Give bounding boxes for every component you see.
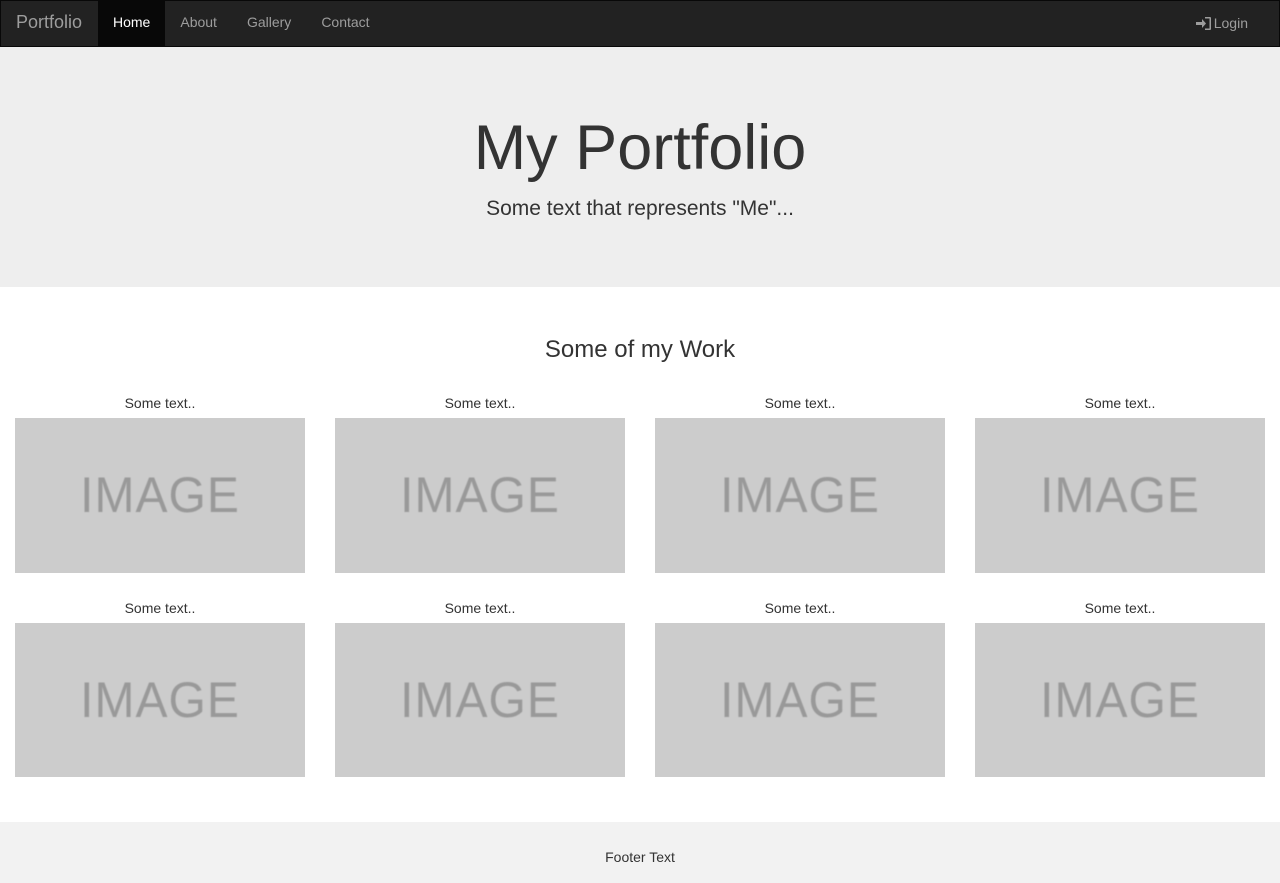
nav-item-home[interactable]: Home xyxy=(98,1,166,46)
image-placeholder-text: IMAGE xyxy=(80,672,240,728)
card-caption: Some text.. xyxy=(444,395,516,411)
nav-item-contact[interactable]: Contact xyxy=(306,1,384,46)
page-subtitle: Some text that represents "Me"... xyxy=(486,197,794,220)
card-image[interactable]: IMAGE xyxy=(15,623,305,777)
card-image[interactable]: IMAGE xyxy=(335,418,625,573)
card-image[interactable]: IMAGE xyxy=(975,418,1265,573)
footer-text: Footer Text xyxy=(605,849,675,865)
card-caption: Some text.. xyxy=(1084,600,1156,616)
work-card: Some text.. IMAGE xyxy=(15,598,305,777)
card-caption: Some text.. xyxy=(124,600,196,616)
card-caption: Some text.. xyxy=(444,600,516,616)
work-card: Some text.. IMAGE xyxy=(975,598,1265,777)
footer: Footer Text xyxy=(0,822,1280,883)
image-placeholder-text: IMAGE xyxy=(720,672,880,728)
card-caption: Some text.. xyxy=(764,395,836,411)
nav-item-gallery[interactable]: Gallery xyxy=(232,1,306,46)
image-placeholder-text: IMAGE xyxy=(720,467,880,524)
work-card: Some text.. IMAGE xyxy=(335,393,625,573)
brand-link[interactable]: Portfolio xyxy=(1,1,97,46)
work-card: Some text.. IMAGE xyxy=(335,598,625,777)
image-placeholder-text: IMAGE xyxy=(80,467,240,524)
work-card: Some text.. IMAGE xyxy=(975,393,1265,573)
jumbotron: My Portfolio Some text that represents "… xyxy=(0,47,1280,287)
work-card: Some text.. IMAGE xyxy=(655,393,945,573)
image-placeholder-text: IMAGE xyxy=(1040,672,1200,728)
card-image[interactable]: IMAGE xyxy=(655,623,945,777)
log-in-icon xyxy=(1195,17,1211,30)
work-card: Some text.. IMAGE xyxy=(655,598,945,777)
card-caption: Some text.. xyxy=(124,395,196,411)
image-placeholder-text: IMAGE xyxy=(400,467,560,524)
card-caption: Some text.. xyxy=(1084,395,1156,411)
card-image[interactable]: IMAGE xyxy=(15,418,305,573)
nav-item-about[interactable]: About xyxy=(165,1,232,46)
nav-menu: Home About Gallery Contact xyxy=(98,1,385,46)
work-card: Some text.. IMAGE xyxy=(15,393,305,573)
image-placeholder-text: IMAGE xyxy=(400,672,560,728)
image-placeholder-text: IMAGE xyxy=(1040,467,1200,524)
page-title: My Portfolio xyxy=(473,113,807,183)
navbar: Portfolio Home About Gallery Contact Log… xyxy=(0,0,1280,47)
card-caption: Some text.. xyxy=(764,600,836,616)
card-image[interactable]: IMAGE xyxy=(335,623,625,777)
login-label: Login xyxy=(1213,15,1248,31)
card-image[interactable]: IMAGE xyxy=(655,418,945,573)
card-image[interactable]: IMAGE xyxy=(975,623,1265,777)
login-link[interactable]: Login xyxy=(1181,1,1263,46)
section-title: Some of my Work xyxy=(544,336,736,363)
